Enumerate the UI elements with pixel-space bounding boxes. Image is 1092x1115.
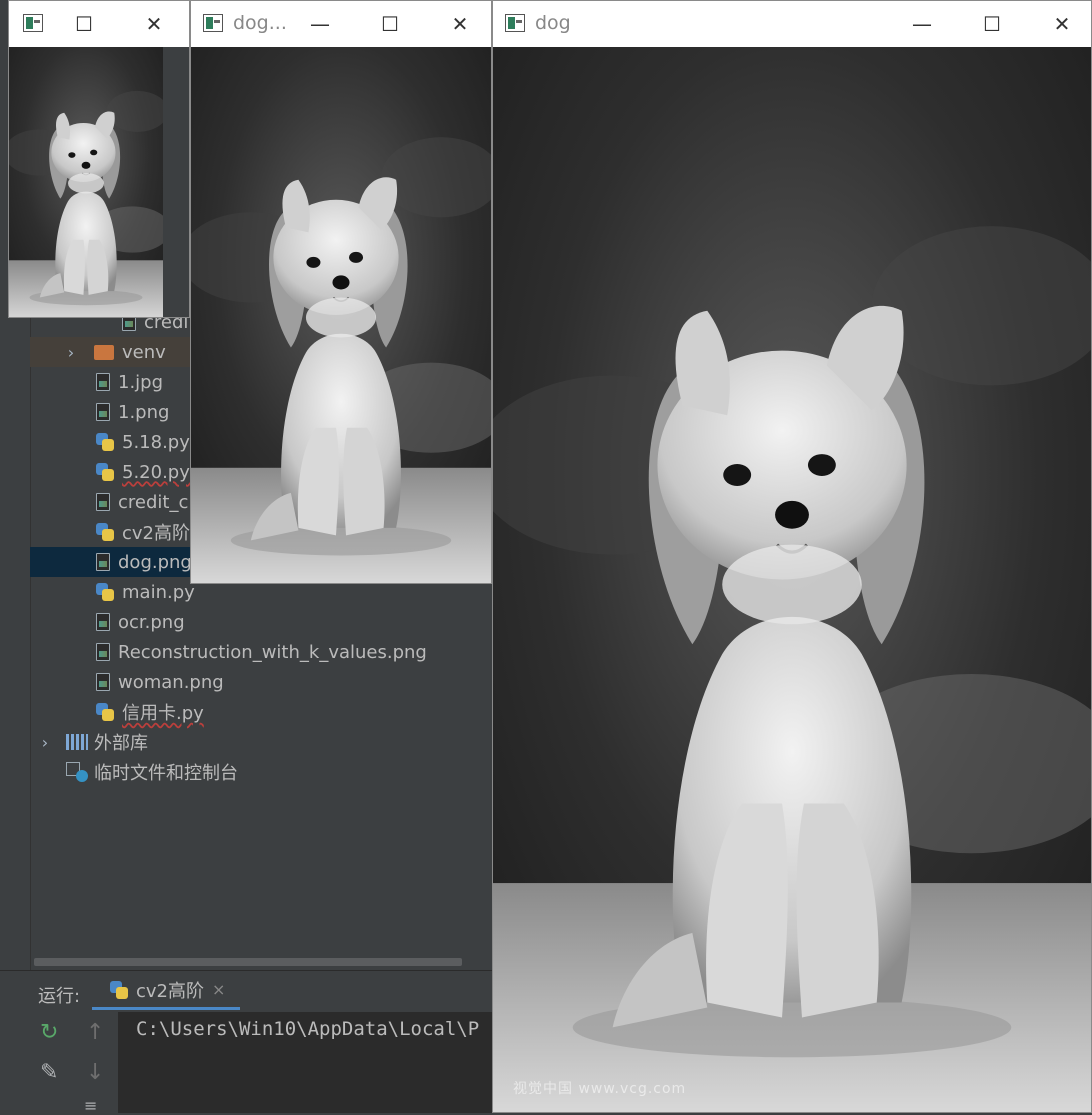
close-button[interactable]: ✕: [445, 9, 475, 39]
chevron-right-icon[interactable]: ›: [36, 733, 54, 752]
dog-photo: [9, 47, 163, 317]
opencv-window-icon: [203, 14, 223, 32]
python-file-icon: [96, 523, 114, 541]
rerun-icon[interactable]: ↻: [40, 1020, 58, 1045]
python-file-icon: [96, 703, 114, 721]
run-tab-cv2[interactable]: cv2高阶 ×: [92, 972, 240, 1010]
image-file-icon: [96, 643, 110, 661]
run-tab-label: cv2高阶: [136, 980, 205, 1002]
maximize-button[interactable]: ☐: [69, 9, 99, 39]
maximize-button[interactable]: ☐: [977, 9, 1007, 39]
small-dog-image: [9, 47, 163, 317]
image-watermark: 视觉中国 www.vcg.com: [513, 1081, 687, 1097]
python-file-icon: [96, 463, 114, 481]
small-image-window[interactable]: ☐ ✕: [8, 0, 190, 318]
dog-photo: [191, 47, 491, 583]
library-icon: [66, 734, 88, 750]
console-output-line: C:\Users\Win10\AppData\Local\P: [136, 1018, 480, 1040]
image-file-icon: [96, 493, 110, 511]
close-button[interactable]: ✕: [139, 9, 169, 39]
opencv-window-icon: [505, 14, 525, 32]
maximize-button[interactable]: ☐: [375, 9, 405, 39]
scratch-console-icon: [66, 762, 88, 782]
opencv-window-icon: [23, 14, 43, 32]
run-label: 运行:: [38, 986, 81, 1007]
small-window-titlebar[interactable]: ☐ ✕: [9, 1, 189, 47]
python-file-icon: [96, 583, 114, 601]
folder-icon: [94, 344, 114, 360]
tree-item-reconstruction[interactable]: Reconstruction_with_k_values.png: [30, 637, 492, 667]
minimize-button[interactable]: —: [907, 9, 937, 39]
close-button[interactable]: ✕: [1047, 9, 1077, 39]
large-dog-image: 视觉中国 www.vcg.com: [493, 47, 1091, 1112]
medium-window-titlebar[interactable]: dog... — ☐ ✕: [191, 1, 491, 47]
chevron-right-icon[interactable]: ›: [62, 343, 80, 362]
medium-dog-image: [191, 47, 491, 583]
dog-photo: [493, 47, 1091, 1112]
tree-item-ocr-png[interactable]: ocr.png: [30, 607, 492, 637]
tree-horizontal-scrollbar[interactable]: [34, 958, 462, 966]
large-window-title: dog: [535, 12, 571, 34]
wrench-icon[interactable]: ✎: [40, 1060, 58, 1085]
close-icon[interactable]: ×: [212, 980, 225, 999]
image-file-icon: [96, 373, 110, 391]
arrow-down-icon[interactable]: ↓: [86, 1060, 104, 1085]
arrow-up-icon[interactable]: ↑: [86, 1020, 104, 1045]
medium-window-title: dog...: [233, 12, 287, 34]
python-file-icon: [96, 433, 114, 451]
large-window-titlebar[interactable]: dog — ☐ ✕: [493, 1, 1091, 47]
tree-item-external-libraries[interactable]: › 外部库: [30, 727, 492, 757]
large-image-window[interactable]: dog — ☐ ✕ 视觉中国 www.vcg.com: [492, 0, 1092, 1113]
image-file-icon: [96, 673, 110, 691]
minimize-button[interactable]: —: [305, 9, 335, 39]
image-file-icon: [96, 403, 110, 421]
tree-item-woman-png[interactable]: woman.png: [30, 667, 492, 697]
python-run-icon: [110, 980, 128, 999]
tree-item-scratches[interactable]: 临时文件和控制台: [30, 757, 492, 787]
soft-wrap-icon[interactable]: ≡: [84, 1096, 97, 1115]
image-file-icon: [96, 613, 110, 631]
run-toolbar: ↻ ↑ ✎ ↓ ≡: [0, 1012, 118, 1115]
tree-item-xinyongka-py[interactable]: 信用卡.py: [30, 697, 492, 727]
ide-peek-strip: [163, 47, 189, 317]
run-console[interactable]: C:\Users\Win10\AppData\Local\P: [118, 1012, 492, 1113]
image-file-icon: [96, 553, 110, 571]
medium-image-window[interactable]: dog... — ☐ ✕: [190, 0, 492, 584]
